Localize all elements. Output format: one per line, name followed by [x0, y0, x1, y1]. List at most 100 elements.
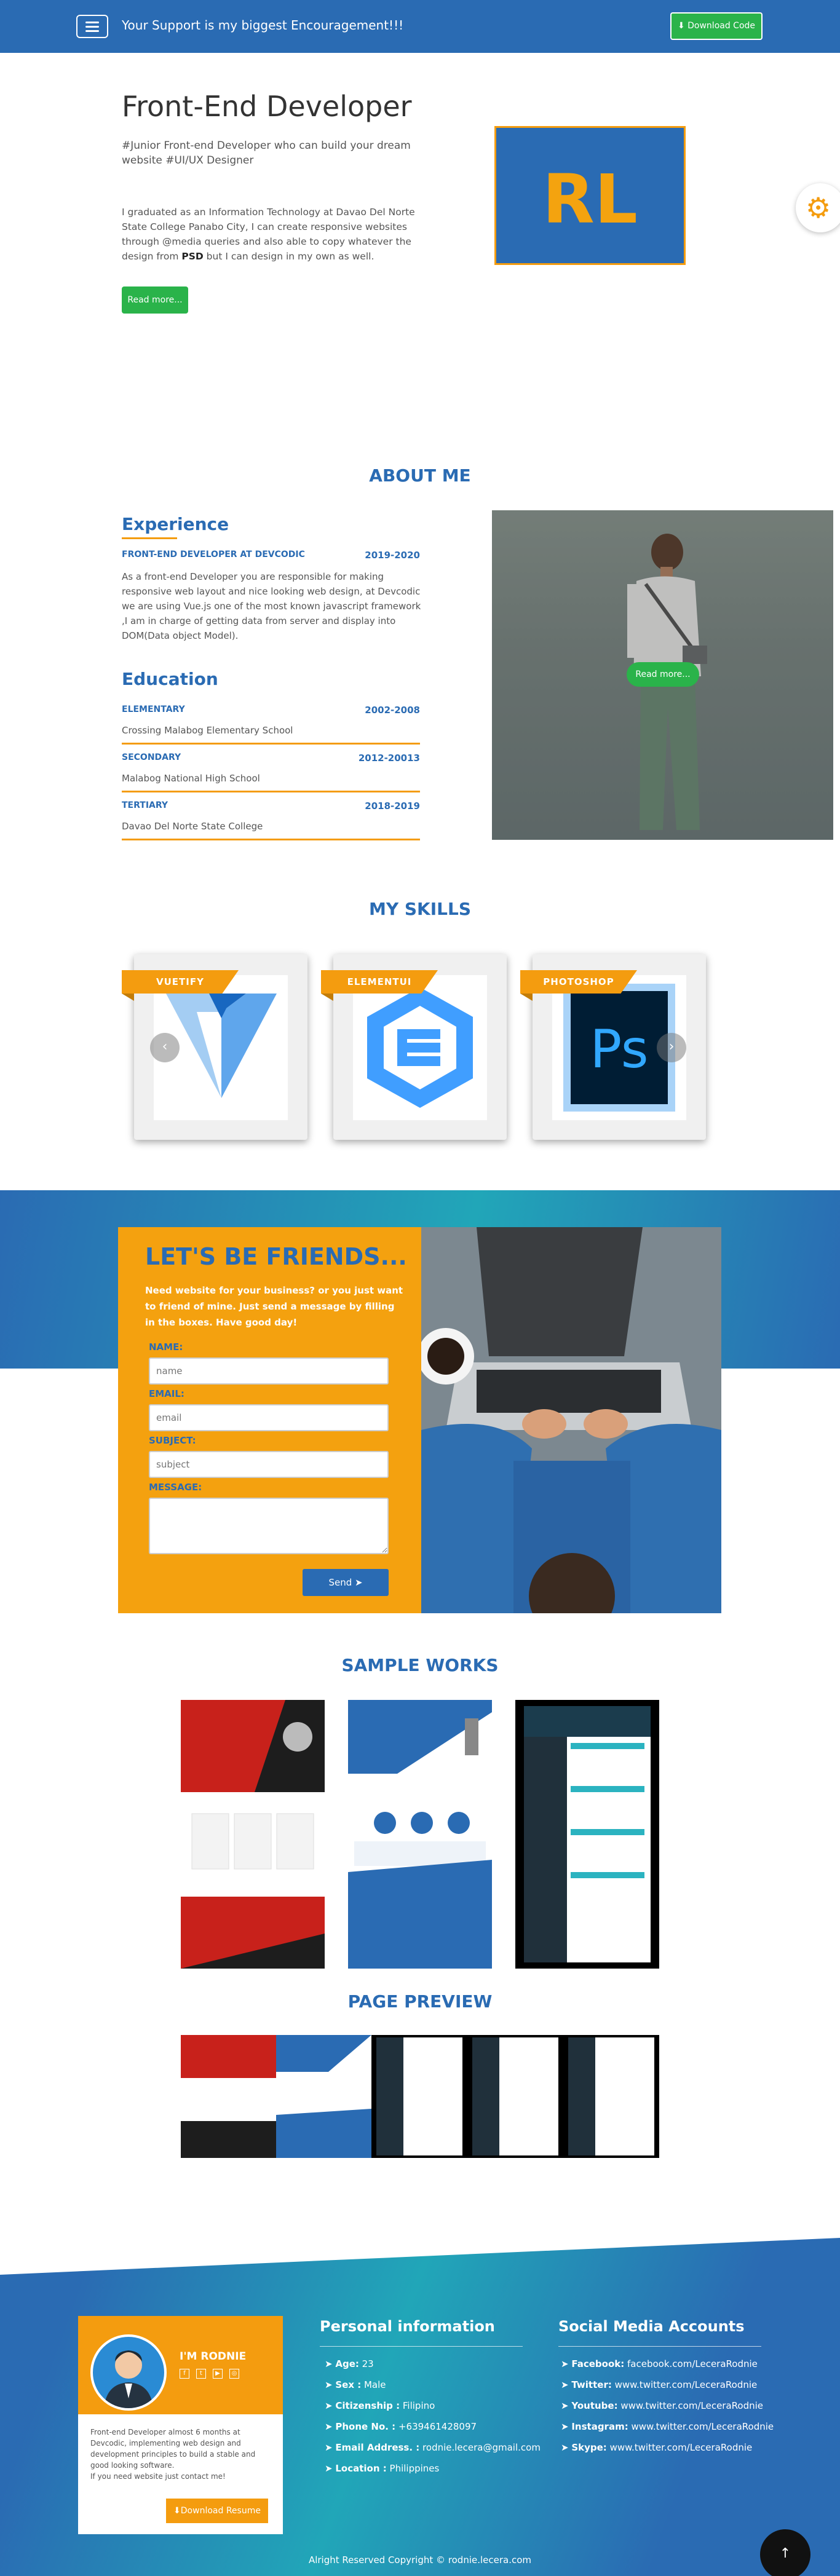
youtube-icon[interactable]: ▶ — [213, 2369, 223, 2379]
social-link-item[interactable]: ➤ Instagram: www.twitter.com/LeceraRodni… — [561, 2421, 774, 2432]
hero-description: I graduated as an Information Technology… — [122, 207, 415, 262]
subject-label: SUBJECT: — [149, 1435, 196, 1446]
name-label: NAME: — [149, 1341, 183, 1353]
personal-info-item: ➤ Phone No. : +639461428097 — [325, 2421, 477, 2432]
download-code-label: Download Code — [687, 21, 756, 31]
photo-read-more-button[interactable]: Read more... — [627, 662, 699, 687]
sample-work-3-image — [515, 1700, 659, 1969]
paper-plane-icon: ➤ — [352, 1577, 363, 1588]
personal-info-item: ➤ Citizenship : Filipino — [325, 2400, 435, 2411]
rl-logo: RL — [494, 126, 686, 265]
nav-title: Your Support is my biggest Encouragement… — [122, 18, 404, 33]
hero-title: Front-End Developer — [122, 90, 412, 123]
profile-description: Front-end Developer almost 6 months at D… — [90, 2428, 256, 2481]
copyright-text: Alright Reserved Copyright © rodnie.lece… — [308, 2554, 532, 2566]
experience-role: FRONT-END DEVELOPER AT DEVCODIC — [122, 550, 305, 559]
send-button[interactable]: Send ➤ — [303, 1569, 389, 1596]
laptop-photo — [421, 1227, 721, 1613]
carousel-next-icon[interactable]: › — [657, 1033, 686, 1062]
elementui-logo — [367, 987, 473, 1108]
experience-description: As a front-end Developer you are respons… — [122, 571, 421, 641]
personal-info-item: ➤ Email Address. : rodnie.lecera@gmail.c… — [325, 2442, 541, 2453]
sample-works-title: SAMPLE WORKS — [341, 1655, 499, 1675]
gear-icon: ⚙ — [806, 191, 831, 224]
hamburger-menu-icon[interactable] — [76, 15, 108, 38]
photoshop-logo-text: Ps — [590, 1019, 648, 1080]
experience-date: 2019-2020 — [365, 550, 420, 561]
personal-info-item: ➤ Age: 23 — [325, 2358, 374, 2369]
instagram-icon[interactable]: ◎ — [229, 2369, 239, 2379]
education-date: 2002-2008 — [365, 705, 420, 716]
avatar — [90, 2334, 167, 2411]
social-media-divider — [558, 2346, 761, 2347]
education-divider — [122, 743, 420, 745]
navbar: Your Support is my biggest Encouragement… — [0, 0, 840, 53]
about-section-title: ABOUT ME — [369, 465, 471, 486]
education-date: 2012-20013 — [358, 753, 420, 764]
skill-ribbon: VUETIFY — [122, 970, 239, 994]
education-school: Malabog National High School — [122, 773, 260, 784]
settings-toggle[interactable]: ⚙ — [796, 183, 840, 232]
education-school: Davao Del Norte State College — [122, 821, 263, 832]
send-label: Send — [328, 1577, 352, 1588]
avatar-icon — [104, 2350, 153, 2408]
social-link-item[interactable]: ➤ Skype: www.twitter.com/LeceraRodnie — [561, 2442, 752, 2453]
carousel-prev-icon[interactable]: ‹ — [150, 1033, 180, 1062]
experience-underline — [122, 537, 177, 539]
subject-field[interactable] — [149, 1451, 389, 1478]
skill-logo-area — [353, 975, 487, 1120]
ribbon-fold — [321, 994, 333, 1001]
personal-info-divider — [320, 2346, 523, 2347]
education-level: TERTIARY — [122, 800, 168, 810]
social-link-item[interactable]: ➤ Youtube: www.twitter.com/LeceraRodnie — [561, 2400, 763, 2411]
message-label: MESSAGE: — [149, 1482, 202, 1493]
scroll-to-top-button[interactable]: ↑ — [760, 2529, 810, 2576]
personal-info-item: ➤ Sex : Male — [325, 2379, 386, 2390]
sample-work-thumbnail[interactable] — [515, 1700, 659, 1969]
hero-read-more-button[interactable]: Read more... — [122, 286, 188, 314]
social-media-heading: Social Media Accounts — [558, 2318, 745, 2335]
education-level: SECONDARY — [122, 753, 181, 762]
skills-section-title: MY SKILLS — [368, 899, 472, 919]
education-divider — [122, 839, 420, 840]
hero-tagline: #Junior Front-end Developer who can buil… — [122, 140, 411, 167]
profile-name: I'M RODNIE — [180, 2350, 247, 2363]
download-resume-button[interactable]: ⬇Download Resume — [166, 2499, 268, 2523]
skill-ribbon: ELEMENTUI — [321, 970, 438, 994]
social-link-item[interactable]: ➤ Twitter: www.twitter.com/LeceraRodnie — [561, 2379, 757, 2390]
twitter-icon[interactable]: t — [196, 2369, 206, 2379]
message-field[interactable] — [149, 1498, 389, 1554]
contact-form-panel: LET'S BE FRIENDS... Need website for you… — [118, 1227, 421, 1613]
download-icon: ⬇ — [677, 21, 688, 31]
sample-work-thumbnail[interactable] — [348, 1700, 492, 1969]
facebook-icon[interactable]: f — [180, 2369, 189, 2379]
friends-title: LET'S BE FRIENDS... — [145, 1243, 407, 1270]
education-date: 2018-2019 — [365, 800, 420, 812]
download-code-button[interactable]: ⬇ Download Code — [670, 12, 763, 40]
education-school: Crossing Malabog Elementary School — [122, 725, 293, 736]
email-label: EMAIL: — [149, 1388, 184, 1399]
sample-work-thumbnail[interactable] — [181, 1700, 325, 1969]
name-field[interactable] — [149, 1357, 389, 1385]
personal-info-heading: Personal information — [320, 2318, 495, 2335]
page-preview-title: PAGE PREVIEW — [347, 1991, 493, 2012]
education-divider — [122, 791, 420, 792]
laptop-illustration — [421, 1227, 721, 1613]
education-heading: Education — [122, 669, 218, 689]
download-resume-label: Download Resume — [180, 2506, 261, 2516]
sample-work-2-image — [348, 1700, 492, 1969]
education-level: ELEMENTARY — [122, 705, 185, 714]
ribbon-fold — [122, 994, 134, 1001]
page-preview-strip — [181, 2035, 659, 2158]
friends-description: Need website for your business? or you j… — [145, 1285, 403, 1328]
social-link-item[interactable]: ➤ Facebook: facebook.com/LeceraRodnie — [561, 2358, 758, 2369]
email-field[interactable] — [149, 1404, 389, 1431]
download-icon: ⬇ — [173, 2506, 181, 2516]
experience-heading: Experience — [122, 514, 229, 534]
personal-info-item: ➤ Location : Philippines — [325, 2463, 440, 2474]
profile-card: I'M RODNIE f t ▶ ◎ Front-end Developer a… — [78, 2316, 283, 2534]
skill-ribbon: PHOTOSHOP — [520, 970, 637, 994]
arrow-up-icon: ↑ — [779, 2546, 791, 2561]
sample-work-1-image — [181, 1700, 325, 1969]
page-preview-image — [181, 2035, 654, 2158]
